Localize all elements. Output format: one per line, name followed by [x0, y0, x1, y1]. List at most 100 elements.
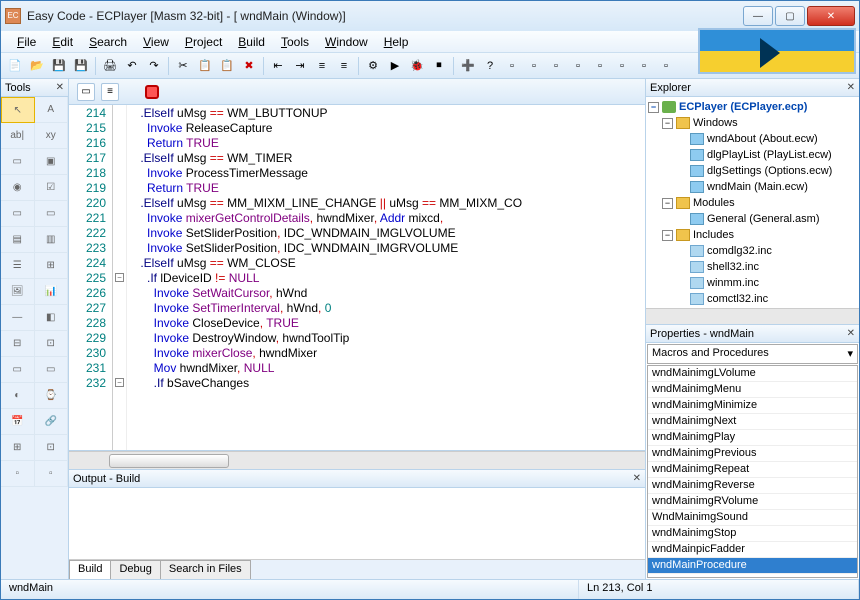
- tb-icon[interactable]: ▫: [656, 56, 676, 76]
- prop-item[interactable]: wndMainpicFadder: [648, 542, 857, 558]
- tb-icon[interactable]: ▫: [524, 56, 544, 76]
- prop-item[interactable]: wndMainimgReverse: [648, 478, 857, 494]
- menu-edit[interactable]: Edit: [44, 33, 81, 51]
- tool-item[interactable]: ▤: [1, 227, 35, 253]
- tree-node[interactable]: General (General.asm): [648, 211, 857, 227]
- menu-window[interactable]: Window: [317, 33, 376, 51]
- tool-item[interactable]: xy: [35, 123, 69, 149]
- tool-item[interactable]: ab|: [1, 123, 35, 149]
- prop-item[interactable]: wndMainimgLVolume: [648, 366, 857, 382]
- tool-item[interactable]: ▭: [1, 357, 35, 383]
- code-editor[interactable]: 2142152162172182192202212222232242252262…: [69, 105, 645, 451]
- tool-item[interactable]: ▭: [35, 357, 69, 383]
- saveall-icon[interactable]: 💾: [71, 56, 91, 76]
- addres-icon[interactable]: ➕: [458, 56, 478, 76]
- tree-node[interactable]: −ECPlayer (ECPlayer.ecp): [648, 99, 857, 115]
- tool-item[interactable]: ◧: [35, 305, 69, 331]
- copy-icon[interactable]: 📋: [195, 56, 215, 76]
- undo-icon[interactable]: ↶: [122, 56, 142, 76]
- maximize-button[interactable]: ▢: [775, 6, 805, 26]
- menu-project[interactable]: Project: [177, 33, 230, 51]
- tb-icon[interactable]: ▫: [502, 56, 522, 76]
- tool-item[interactable]: 📊: [35, 279, 69, 305]
- output-body[interactable]: [69, 488, 645, 559]
- tool-item[interactable]: ▥: [35, 227, 69, 253]
- menu-build[interactable]: Build: [230, 33, 273, 51]
- prop-item[interactable]: wndMainimgPlay: [648, 430, 857, 446]
- tool-item[interactable]: ◉: [1, 175, 35, 201]
- tool-item[interactable]: ▫: [1, 461, 35, 487]
- print-icon[interactable]: 🖨: [100, 56, 120, 76]
- tool-item[interactable]: ⊟: [1, 331, 35, 357]
- tool-item[interactable]: 📅: [1, 409, 35, 435]
- properties-combo[interactable]: Macros and Procedures ▾: [647, 344, 858, 364]
- view-code-icon[interactable]: ≡: [101, 83, 119, 101]
- comment-icon[interactable]: ≡: [312, 56, 332, 76]
- tool-item[interactable]: ⊞: [1, 435, 35, 461]
- prop-item[interactable]: wndMainProcedure: [648, 558, 857, 574]
- tool-pointer[interactable]: ↖: [1, 97, 35, 123]
- tb-icon[interactable]: ▫: [546, 56, 566, 76]
- tree-node[interactable]: wndAbout (About.ecw): [648, 131, 857, 147]
- help-icon[interactable]: ?: [480, 56, 500, 76]
- properties-list[interactable]: wndMainimgLVolumewndMainimgMenuwndMainim…: [647, 365, 858, 578]
- prop-item[interactable]: wndMainimgRepeat: [648, 462, 857, 478]
- view-form-icon[interactable]: ▭: [77, 83, 95, 101]
- titlebar[interactable]: EC Easy Code - ECPlayer [Masm 32-bit] - …: [1, 1, 859, 31]
- tree-node[interactable]: shell32.inc: [648, 259, 857, 275]
- prop-item[interactable]: wndMainimgNext: [648, 414, 857, 430]
- prop-item[interactable]: wndMainimgMenu: [648, 382, 857, 398]
- tool-item[interactable]: ▭: [35, 201, 69, 227]
- menu-file[interactable]: File: [9, 33, 44, 51]
- debug-icon[interactable]: 🐞: [407, 56, 427, 76]
- tree-node[interactable]: −Includes: [648, 227, 857, 243]
- redo-icon[interactable]: ↷: [144, 56, 164, 76]
- tool-item[interactable]: ⊡: [35, 331, 69, 357]
- output-tab-build[interactable]: Build: [69, 560, 111, 579]
- tool-label[interactable]: A: [35, 97, 69, 123]
- prop-item[interactable]: wndMainimgPrevious: [648, 446, 857, 462]
- menu-help[interactable]: Help: [376, 33, 417, 51]
- tb-icon[interactable]: ▫: [590, 56, 610, 76]
- tree-node[interactable]: dlgSettings (Options.ecw): [648, 163, 857, 179]
- delete-icon[interactable]: ✖: [239, 56, 259, 76]
- explorer-close-icon[interactable]: ✕: [847, 82, 855, 93]
- menu-search[interactable]: Search: [81, 33, 135, 51]
- prop-item[interactable]: wndMainimgRVolume: [648, 494, 857, 510]
- prop-item[interactable]: WndMainimgSound: [648, 510, 857, 526]
- tool-item[interactable]: ▭: [1, 201, 35, 227]
- prop-item[interactable]: wndMainimgStop: [648, 526, 857, 542]
- h-scrollbar[interactable]: [69, 451, 645, 469]
- tool-item[interactable]: ☰: [1, 253, 35, 279]
- tree-h-scroll[interactable]: [646, 308, 859, 324]
- code-content[interactable]: .ElseIf uMsg == WM_LBUTTONUP Invoke Rele…: [127, 105, 645, 450]
- tb-icon[interactable]: ▫: [612, 56, 632, 76]
- output-tab-debug[interactable]: Debug: [110, 560, 160, 579]
- tb-icon[interactable]: ▫: [634, 56, 654, 76]
- properties-close-icon[interactable]: ✕: [847, 328, 855, 339]
- uncomment-icon[interactable]: ≡: [334, 56, 354, 76]
- stop-icon[interactable]: ⏹: [429, 56, 449, 76]
- tool-item[interactable]: —: [1, 305, 35, 331]
- tool-item[interactable]: 🖼: [1, 279, 35, 305]
- tool-item[interactable]: ☑: [35, 175, 69, 201]
- tree-node[interactable]: dlgPlayList (PlayList.ecw): [648, 147, 857, 163]
- tool-item[interactable]: ⌚: [35, 383, 69, 409]
- tool-item[interactable]: ⊡: [35, 435, 69, 461]
- fold-column[interactable]: −−: [113, 105, 127, 450]
- tools-close-icon[interactable]: ✕: [56, 82, 64, 93]
- tool-item[interactable]: ⊞: [35, 253, 69, 279]
- tree-node[interactable]: comctl32.inc: [648, 291, 857, 307]
- tree-node[interactable]: wndMain (Main.ecw): [648, 179, 857, 195]
- menu-tools[interactable]: Tools: [273, 33, 317, 51]
- build-icon[interactable]: ⚙: [363, 56, 383, 76]
- minimize-button[interactable]: —: [743, 6, 773, 26]
- tool-item[interactable]: ▫: [35, 461, 69, 487]
- close-button[interactable]: ✕: [807, 6, 855, 26]
- project-tree[interactable]: −ECPlayer (ECPlayer.ecp)−WindowswndAbout…: [646, 97, 859, 308]
- prop-item[interactable]: wndMainimgMinimize: [648, 398, 857, 414]
- outdent-icon[interactable]: ⇤: [268, 56, 288, 76]
- indent-icon[interactable]: ⇥: [290, 56, 310, 76]
- record-icon[interactable]: [145, 85, 159, 99]
- save-icon[interactable]: 💾: [49, 56, 69, 76]
